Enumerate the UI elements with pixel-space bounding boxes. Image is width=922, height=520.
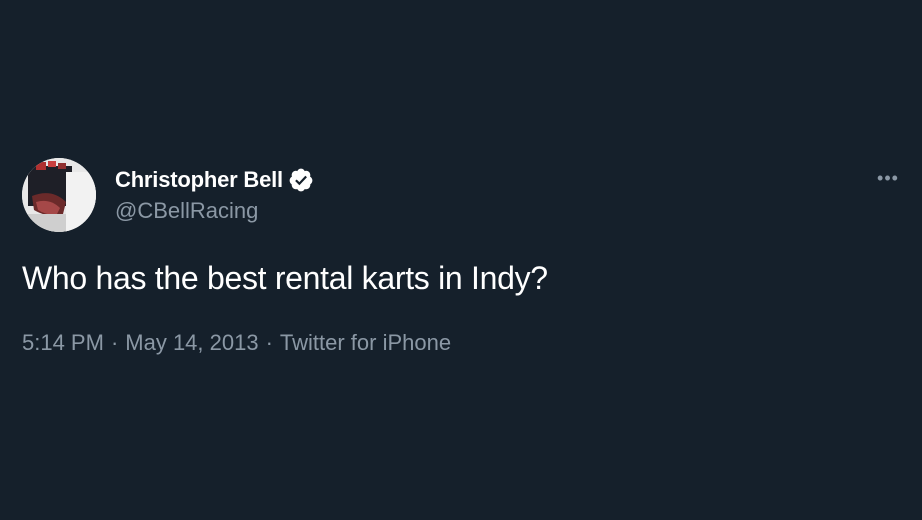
meta-separator: · [265, 330, 273, 355]
author-handle[interactable]: @CBellRacing [115, 198, 258, 224]
avatar[interactable] [22, 158, 96, 232]
more-options-icon: ••• [877, 168, 899, 188]
author-name-row: Christopher Bell [115, 166, 314, 194]
tweet-time[interactable]: 5:14 PM [22, 330, 104, 356]
tweet-date[interactable]: May 14, 2013 [125, 330, 258, 356]
author-display-name[interactable]: Christopher Bell [115, 167, 283, 193]
verified-badge-icon [288, 167, 314, 193]
tweet-source[interactable]: Twitter for iPhone [280, 330, 451, 356]
avatar-image [22, 158, 96, 232]
tweet-meta: 5:14 PM · May 14, 2013 · Twitter for iPh… [22, 330, 451, 356]
tweet-card: Christopher Bell @CBellRacing ••• Who ha… [0, 0, 922, 520]
meta-separator: · [110, 330, 119, 355]
more-options-button[interactable]: ••• [870, 166, 906, 190]
tweet-text: Who has the best rental karts in Indy? [22, 260, 548, 296]
